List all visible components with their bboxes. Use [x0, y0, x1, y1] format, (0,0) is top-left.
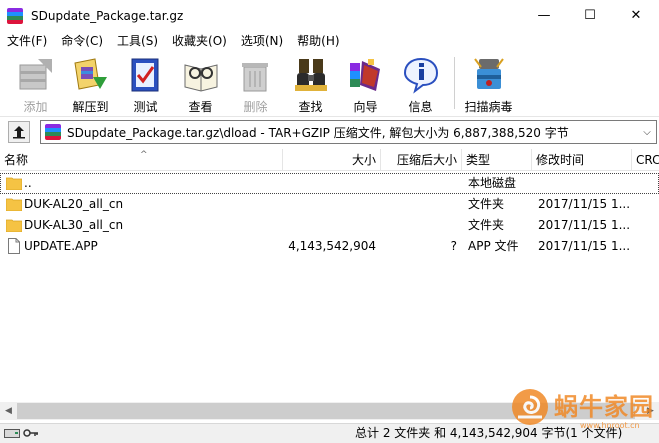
view-icon: [181, 55, 221, 95]
test-icon: [126, 55, 166, 95]
menu-commands[interactable]: 命令(C): [54, 31, 110, 51]
menu-favorites[interactable]: 收藏夹(O): [165, 31, 234, 51]
sort-ascending-icon: ^: [140, 150, 148, 160]
column-modified[interactable]: 修改时间: [532, 149, 632, 171]
column-name-label: 名称: [4, 153, 29, 167]
watermark-url: www.hnroot.cn: [580, 421, 640, 430]
virus-scan-label: 扫描病毒: [464, 100, 513, 114]
find-button[interactable]: 查找: [283, 51, 338, 115]
test-button[interactable]: 测试: [118, 51, 173, 115]
window-controls: — ☐ ✕: [521, 0, 659, 31]
file-icon: [8, 238, 20, 254]
list-item[interactable]: DUK-AL20_all_cn 文件夹 2017/11/15 1...: [0, 194, 659, 215]
file-modified: 2017/11/15 1...: [538, 197, 630, 211]
key-icon[interactable]: [23, 427, 39, 439]
extract-to-button[interactable]: 解压到: [63, 51, 118, 115]
file-type: 文件夹: [468, 218, 505, 232]
window-title: SDupdate_Package.tar.gz: [31, 8, 184, 23]
find-label: 查找: [298, 100, 323, 114]
file-type: APP 文件: [468, 239, 519, 253]
column-type[interactable]: 类型: [462, 149, 532, 171]
folder-icon: [6, 198, 22, 211]
list-item[interactable]: .. 本地磁盘: [0, 173, 659, 194]
winrar-app-icon: [7, 7, 23, 24]
list-item[interactable]: UPDATE.APP 4,143,542,904 ? APP 文件 2017/1…: [0, 236, 659, 257]
file-type: 本地磁盘: [468, 176, 517, 190]
column-packed-size[interactable]: 压缩后大小: [381, 149, 462, 171]
address-dropdown-button[interactable]: ⌵: [638, 127, 656, 138]
menu-tools[interactable]: 工具(S): [110, 31, 165, 51]
find-icon: [291, 55, 331, 95]
view-button[interactable]: 查看: [173, 51, 228, 115]
extract-to-icon: [71, 55, 111, 95]
add-icon: [16, 55, 56, 95]
archive-icon: [45, 124, 61, 140]
delete-label: 删除: [243, 100, 268, 114]
close-button[interactable]: ✕: [613, 0, 659, 31]
title-bar: SDupdate_Package.tar.gz — ☐ ✕: [0, 0, 659, 31]
minimize-button[interactable]: —: [521, 0, 567, 31]
drive-icon[interactable]: [4, 427, 20, 439]
column-crc[interactable]: CRC: [632, 149, 659, 171]
test-label: 测试: [133, 100, 158, 114]
folder-icon: [6, 177, 22, 190]
up-folder-button[interactable]: [8, 121, 30, 143]
snail-logo-icon: [512, 389, 548, 425]
wizard-label: 向导: [353, 100, 378, 114]
file-name: ..: [24, 176, 32, 190]
view-label: 查看: [188, 100, 213, 114]
wizard-button[interactable]: 向导: [338, 51, 393, 115]
column-name[interactable]: 名称 ^: [0, 149, 283, 171]
toolbar: 添加 解压到 测试 查看 删除 查找 向导 信息 扫描病毒: [0, 51, 659, 117]
file-list: 名称 ^ 大小 压缩后大小 类型 修改时间 CRC .. 本地磁盘 DUK-AL…: [0, 149, 659, 402]
list-item[interactable]: DUK-AL30_all_cn 文件夹 2017/11/15 1...: [0, 215, 659, 236]
file-name: DUK-AL20_all_cn: [24, 197, 124, 211]
column-size[interactable]: 大小: [283, 149, 381, 171]
file-modified: 2017/11/15 1...: [538, 239, 630, 253]
file-packed-size: ?: [450, 239, 457, 253]
virus-scan-button[interactable]: 扫描病毒: [461, 51, 516, 115]
file-name: DUK-AL30_all_cn: [24, 218, 124, 232]
delete-icon: [236, 55, 276, 95]
file-name: UPDATE.APP: [24, 239, 98, 253]
file-size: 4,143,542,904: [288, 239, 376, 253]
watermark: 蜗牛家园 www.hnroot.cn: [510, 383, 659, 433]
menu-help[interactable]: 帮助(H): [290, 31, 346, 51]
extract-to-label: 解压到: [72, 100, 109, 114]
address-bar: SDupdate_Package.tar.gz\dload - TAR+GZIP…: [0, 119, 659, 145]
virus-scan-icon: [469, 55, 509, 95]
menu-bar: 文件(F) 命令(C) 工具(S) 收藏夹(O) 选项(N) 帮助(H): [0, 31, 659, 51]
maximize-button[interactable]: ☐: [567, 0, 613, 31]
address-path: SDupdate_Package.tar.gz\dload - TAR+GZIP…: [67, 125, 569, 140]
up-folder-icon: [13, 126, 25, 139]
info-label: 信息: [408, 100, 433, 114]
address-field[interactable]: SDupdate_Package.tar.gz\dload - TAR+GZIP…: [40, 120, 657, 144]
toolbar-separator: [454, 57, 455, 109]
watermark-text: 蜗牛家园: [554, 393, 654, 421]
scroll-left-button[interactable]: ◀: [0, 402, 17, 420]
file-modified: 2017/11/15 1...: [538, 218, 630, 232]
delete-button[interactable]: 删除: [228, 51, 283, 115]
list-header: 名称 ^ 大小 压缩后大小 类型 修改时间 CRC: [0, 149, 659, 171]
file-type: 文件夹: [468, 197, 505, 211]
wizard-icon: [346, 55, 386, 95]
folder-icon: [6, 219, 22, 232]
menu-options[interactable]: 选项(N): [234, 31, 290, 51]
status-icons: [4, 427, 39, 439]
info-icon: [401, 55, 441, 95]
add-label: 添加: [23, 100, 48, 114]
info-button[interactable]: 信息: [393, 51, 448, 115]
menu-file[interactable]: 文件(F): [0, 31, 54, 51]
add-button[interactable]: 添加: [8, 51, 63, 115]
